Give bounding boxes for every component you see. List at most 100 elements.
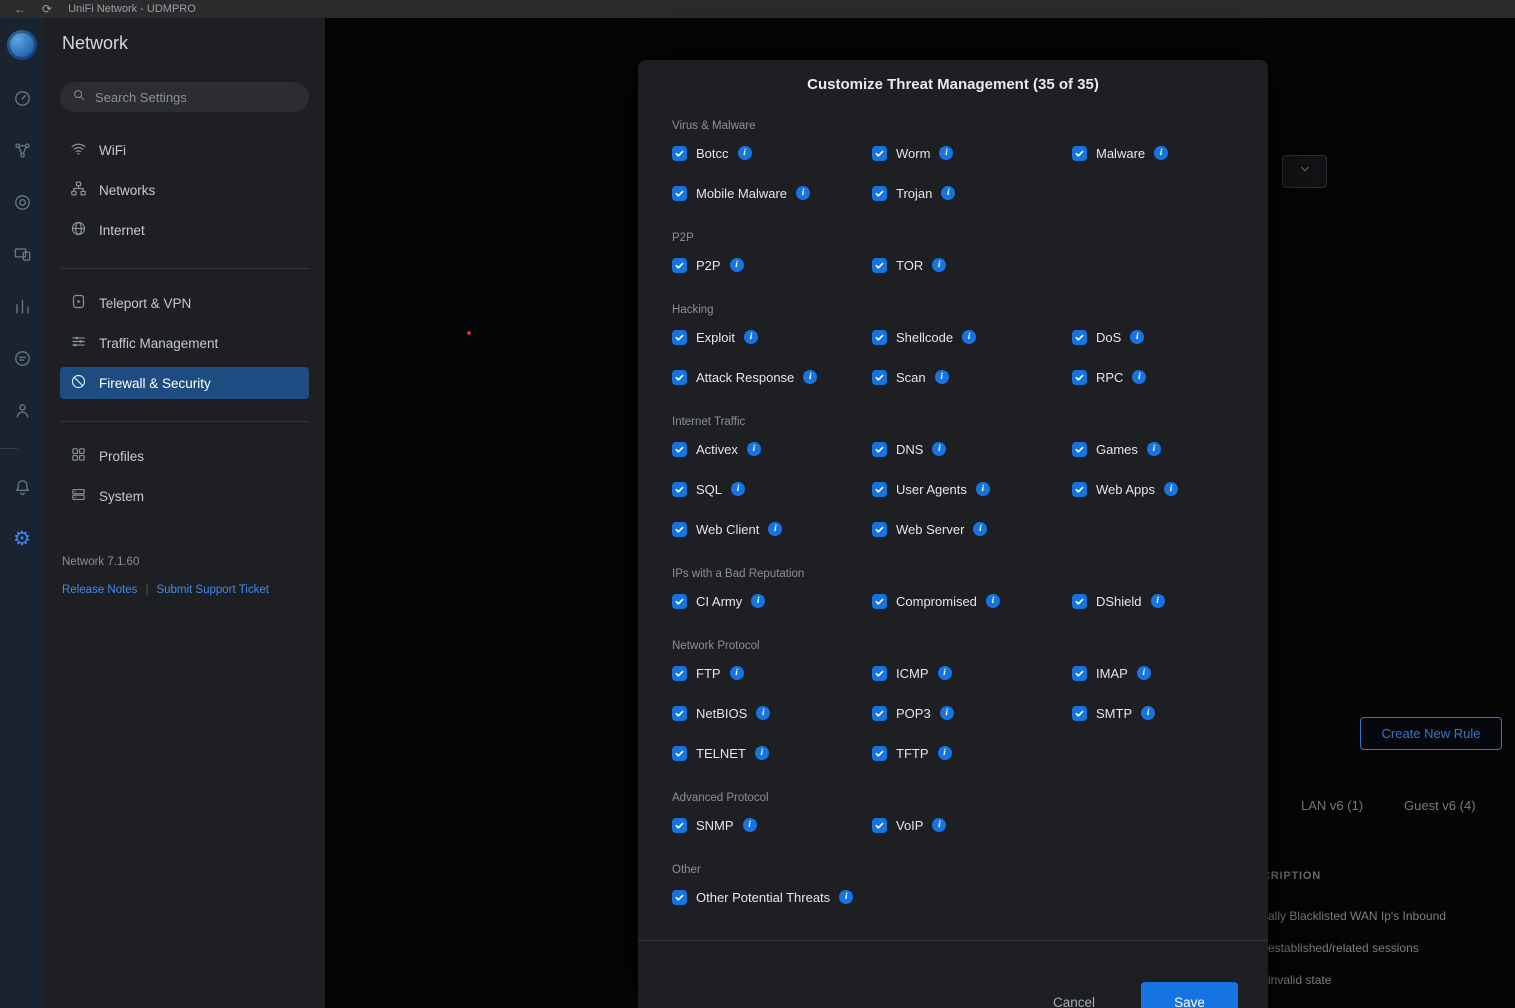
checkbox-checked[interactable] bbox=[672, 370, 687, 385]
info-icon[interactable]: i bbox=[935, 370, 949, 384]
info-icon[interactable]: i bbox=[1141, 706, 1155, 720]
sidebar-item-internet[interactable]: Internet bbox=[60, 214, 309, 246]
support-icon[interactable] bbox=[0, 332, 44, 384]
back-icon[interactable]: ← bbox=[14, 3, 26, 15]
checkbox-checked[interactable] bbox=[672, 330, 687, 345]
info-icon[interactable]: i bbox=[1137, 666, 1151, 680]
info-icon[interactable]: i bbox=[941, 186, 955, 200]
info-icon[interactable]: i bbox=[932, 442, 946, 456]
info-icon[interactable]: i bbox=[1132, 370, 1146, 384]
sidebar-item-traffic-management[interactable]: Traffic Management bbox=[60, 327, 309, 359]
sidebar-item-wifi[interactable]: WiFi bbox=[60, 134, 309, 166]
dashboard-icon[interactable] bbox=[0, 72, 44, 124]
info-icon[interactable]: i bbox=[730, 666, 744, 680]
checkbox-checked[interactable] bbox=[872, 818, 887, 833]
checkbox-checked[interactable] bbox=[672, 146, 687, 161]
submit-ticket-link[interactable]: Submit Support Ticket bbox=[156, 584, 269, 596]
info-icon[interactable]: i bbox=[932, 818, 946, 832]
info-icon[interactable]: i bbox=[938, 746, 952, 760]
info-icon[interactable]: i bbox=[976, 482, 990, 496]
info-icon[interactable]: i bbox=[1147, 442, 1161, 456]
tab-lan-v6[interactable]: LAN v6 (1) bbox=[1301, 798, 1363, 813]
info-icon[interactable]: i bbox=[939, 146, 953, 160]
info-icon[interactable]: i bbox=[747, 442, 761, 456]
checkbox-checked[interactable] bbox=[872, 442, 887, 457]
info-icon[interactable]: i bbox=[839, 890, 853, 904]
tab-guest-v6[interactable]: Guest v6 (4) bbox=[1404, 798, 1476, 813]
checkbox-checked[interactable] bbox=[672, 258, 687, 273]
info-icon[interactable]: i bbox=[986, 594, 1000, 608]
info-icon[interactable]: i bbox=[938, 666, 952, 680]
search-box[interactable] bbox=[60, 82, 309, 112]
sidebar-item-teleport-vpn[interactable]: Teleport & VPN bbox=[60, 287, 309, 319]
create-new-rule-button[interactable]: Create New Rule bbox=[1360, 717, 1502, 750]
checkbox-checked[interactable] bbox=[672, 890, 687, 905]
info-icon[interactable]: i bbox=[731, 482, 745, 496]
checkbox-checked[interactable] bbox=[1072, 666, 1087, 681]
info-icon[interactable]: i bbox=[768, 522, 782, 536]
checkbox-checked[interactable] bbox=[872, 666, 887, 681]
checkbox-checked[interactable] bbox=[1072, 442, 1087, 457]
collapsed-select[interactable] bbox=[1282, 155, 1327, 188]
info-icon[interactable]: i bbox=[756, 706, 770, 720]
sidebar-item-networks[interactable]: Networks bbox=[60, 174, 309, 206]
info-icon[interactable]: i bbox=[738, 146, 752, 160]
info-icon[interactable]: i bbox=[973, 522, 987, 536]
unifi-logo-icon[interactable] bbox=[7, 30, 37, 60]
checkbox-checked[interactable] bbox=[872, 706, 887, 721]
checkbox-checked[interactable] bbox=[672, 482, 687, 497]
info-icon[interactable]: i bbox=[1151, 594, 1165, 608]
info-icon[interactable]: i bbox=[744, 330, 758, 344]
statistics-icon[interactable] bbox=[0, 280, 44, 332]
notifications-icon[interactable] bbox=[0, 461, 44, 513]
checkbox-checked[interactable] bbox=[1072, 330, 1087, 345]
topology-icon[interactable] bbox=[0, 124, 44, 176]
checkbox-checked[interactable] bbox=[1072, 146, 1087, 161]
checkbox-checked[interactable] bbox=[872, 186, 887, 201]
checkbox-checked[interactable] bbox=[672, 522, 687, 537]
info-icon[interactable]: i bbox=[1130, 330, 1144, 344]
checkbox-checked[interactable] bbox=[672, 746, 687, 761]
info-icon[interactable]: i bbox=[730, 258, 744, 272]
info-icon[interactable]: i bbox=[755, 746, 769, 760]
info-icon[interactable]: i bbox=[743, 818, 757, 832]
checkbox-checked[interactable] bbox=[672, 442, 687, 457]
info-icon[interactable]: i bbox=[932, 258, 946, 272]
checkbox-checked[interactable] bbox=[1072, 370, 1087, 385]
sidebar-item-profiles[interactable]: Profiles bbox=[60, 440, 309, 472]
cancel-button[interactable]: Cancel bbox=[1053, 995, 1095, 1008]
info-icon[interactable]: i bbox=[940, 706, 954, 720]
info-icon[interactable]: i bbox=[962, 330, 976, 344]
refresh-icon[interactable]: ⟳ bbox=[42, 3, 52, 15]
checkbox-checked[interactable] bbox=[872, 370, 887, 385]
checkbox-checked[interactable] bbox=[872, 482, 887, 497]
info-icon[interactable]: i bbox=[1154, 146, 1168, 160]
checkbox-checked[interactable] bbox=[672, 594, 687, 609]
checkbox-checked[interactable] bbox=[872, 522, 887, 537]
checkbox-checked[interactable] bbox=[672, 186, 687, 201]
checkbox-checked[interactable] bbox=[872, 330, 887, 345]
release-notes-link[interactable]: Release Notes bbox=[62, 584, 137, 596]
devices-icon[interactable] bbox=[0, 228, 44, 280]
search-input[interactable] bbox=[95, 90, 297, 105]
checkbox-checked[interactable] bbox=[872, 746, 887, 761]
checkbox-checked[interactable] bbox=[672, 706, 687, 721]
info-icon[interactable]: i bbox=[1164, 482, 1178, 496]
info-icon[interactable]: i bbox=[796, 186, 810, 200]
admin-icon[interactable] bbox=[0, 384, 44, 436]
save-button[interactable]: Save bbox=[1141, 982, 1238, 1008]
checkbox-checked[interactable] bbox=[672, 666, 687, 681]
info-icon[interactable]: i bbox=[803, 370, 817, 384]
checkbox-checked[interactable] bbox=[872, 146, 887, 161]
settings-icon[interactable]: ⚙ bbox=[0, 513, 44, 565]
camera-icon[interactable] bbox=[0, 176, 44, 228]
sidebar-item-system[interactable]: System bbox=[60, 480, 309, 512]
checkbox-checked[interactable] bbox=[672, 818, 687, 833]
checkbox-checked[interactable] bbox=[872, 594, 887, 609]
checkbox-checked[interactable] bbox=[1072, 482, 1087, 497]
checkbox-checked[interactable] bbox=[1072, 706, 1087, 721]
checkbox-checked[interactable] bbox=[1072, 594, 1087, 609]
info-icon[interactable]: i bbox=[751, 594, 765, 608]
checkbox-checked[interactable] bbox=[872, 258, 887, 273]
sidebar-item-firewall-security[interactable]: Firewall & Security bbox=[60, 367, 309, 399]
